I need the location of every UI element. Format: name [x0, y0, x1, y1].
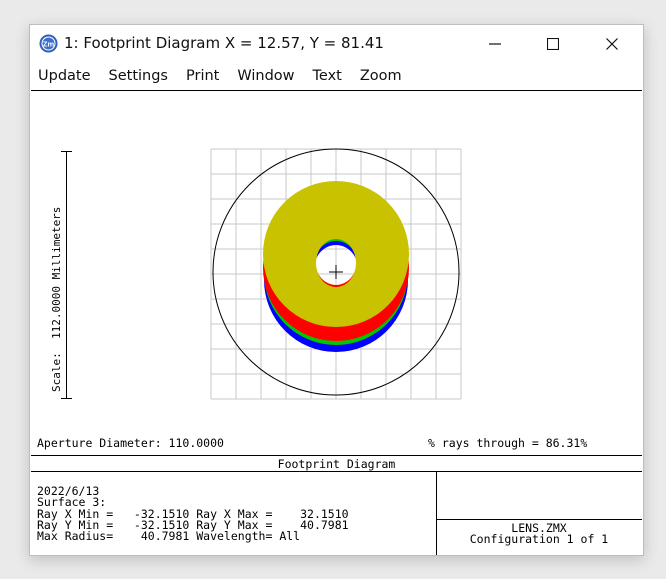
menu-window[interactable]: Window: [228, 68, 303, 84]
menu-text[interactable]: Text: [304, 68, 351, 84]
plot-area: Scale: 112.0000 Millimeters Aperture Dia…: [31, 90, 642, 555]
maximize-button[interactable]: [524, 25, 582, 63]
footprint-plot: [210, 148, 462, 400]
diagram-title: Footprint Diagram: [277, 457, 396, 471]
center-crosshair-icon: [329, 265, 343, 279]
footer-right-border: [436, 519, 642, 520]
menu-zoom[interactable]: Zoom: [351, 68, 411, 84]
window-title: 1: Footprint Diagram X = 12.57, Y = 81.4…: [64, 34, 384, 52]
configuration-label: Configuration 1 of 1: [469, 532, 609, 546]
menu-update[interactable]: Update: [30, 68, 100, 84]
maximize-icon: [547, 38, 559, 50]
footer-top-border: [31, 455, 642, 456]
menu-print[interactable]: Print: [177, 68, 228, 84]
aperture-diameter-label: Aperture Diameter: 110.0000: [37, 436, 224, 450]
footer-title-border: [31, 471, 642, 472]
svg-text:Zm: Zm: [43, 40, 55, 49]
footer-max-radius: Max Radius= 40.7981 Wavelength= All: [37, 529, 301, 543]
minimize-button[interactable]: [466, 25, 524, 63]
close-icon: [606, 38, 618, 50]
minimize-icon: [489, 43, 501, 45]
menu-bar: Update Settings Print Window Text Zoom: [30, 63, 643, 89]
title-bar[interactable]: Zm 1: Footprint Diagram X = 12.57, Y = 8…: [30, 25, 643, 63]
close-button[interactable]: [583, 25, 641, 63]
zemax-logo-icon: Zm: [39, 34, 58, 53]
menu-settings[interactable]: Settings: [100, 68, 177, 84]
footprint-window: Zm 1: Footprint Diagram X = 12.57, Y = 8…: [29, 24, 644, 556]
rays-through-label: % rays through = 86.31%: [428, 436, 588, 450]
